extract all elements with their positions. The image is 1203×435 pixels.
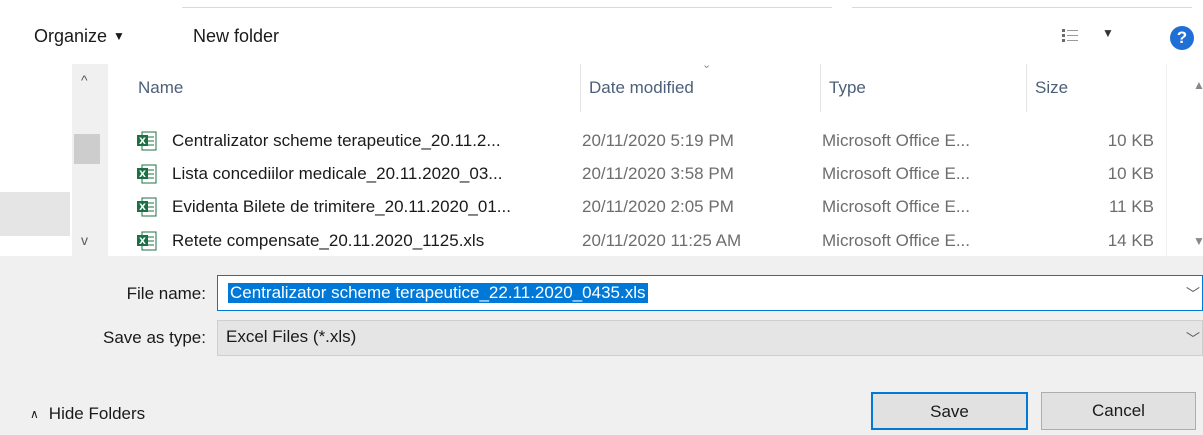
file-date: 20/11/2020 11:25 AM xyxy=(582,231,742,250)
excel-file-icon: X xyxy=(137,231,157,251)
nav-selected-item[interactable] xyxy=(0,192,70,236)
scroll-down-icon[interactable]: v xyxy=(81,232,88,248)
save-as-type-value: Excel Files (*.xls) xyxy=(226,327,357,346)
column-date-modified[interactable]: Date modified xyxy=(580,64,820,112)
file-name-input[interactable]: Centralizator scheme terapeutice_22.11.2… xyxy=(217,275,1203,311)
scroll-up-icon[interactable]: ▲ xyxy=(1193,78,1203,92)
help-button[interactable]: ? xyxy=(1170,26,1194,50)
column-type[interactable]: Type xyxy=(820,64,1026,112)
file-name: Centralizator scheme terapeutice_20.11.2… xyxy=(172,131,501,150)
save-button[interactable]: Save xyxy=(871,392,1028,430)
save-as-type-label: Save as type: xyxy=(102,328,206,347)
organize-button[interactable]: Organize ▼ xyxy=(34,26,125,47)
file-date: 20/11/2020 2:05 PM xyxy=(582,197,734,216)
file-row[interactable]: X Retete compensate_20.11.2020_1125.xls … xyxy=(108,226,1166,256)
file-name-value[interactable]: Centralizator scheme terapeutice_22.11.2… xyxy=(228,283,648,303)
file-size: 11 KB xyxy=(1108,197,1154,216)
file-size: 14 KB xyxy=(1107,231,1154,250)
svg-text:X: X xyxy=(139,137,146,147)
scroll-up-icon[interactable]: ^ xyxy=(81,72,88,88)
file-date: 20/11/2020 3:58 PM xyxy=(582,164,734,183)
file-row[interactable]: X Evidenta Bilete de trimitere_20.11.202… xyxy=(108,192,1166,222)
svg-text:X: X xyxy=(139,203,146,213)
file-size: 10 KB xyxy=(1107,164,1154,183)
column-name[interactable]: Name xyxy=(130,64,574,112)
file-type: Microsoft Office E... xyxy=(822,197,971,216)
search-box[interactable] xyxy=(852,0,1192,8)
chevron-down-icon: ▼ xyxy=(113,29,125,43)
nav-scroll-thumb[interactable] xyxy=(74,134,100,164)
chevron-down-icon[interactable]: ﹀ xyxy=(1186,284,1200,304)
excel-file-icon: X xyxy=(137,131,157,151)
svg-text:X: X xyxy=(139,237,146,247)
file-type: Microsoft Office E... xyxy=(822,131,971,150)
file-row[interactable]: X Centralizator scheme terapeutice_20.11… xyxy=(108,126,1166,156)
file-row[interactable]: X Lista concediilor medicale_20.11.2020_… xyxy=(108,159,1166,189)
details-view-icon xyxy=(1062,29,1078,42)
excel-file-icon: X xyxy=(137,197,157,217)
organize-label: Organize xyxy=(34,26,108,46)
new-folder-button[interactable]: New folder xyxy=(193,26,279,47)
file-type: Microsoft Office E... xyxy=(822,164,971,183)
address-bar[interactable] xyxy=(182,0,832,8)
chevron-down-icon: ▼ xyxy=(1102,26,1114,40)
chevron-up-icon: ∧ xyxy=(30,407,39,421)
chevron-down-icon[interactable]: ﹀ xyxy=(1186,329,1200,349)
file-list-scrollbar[interactable]: ▲ ▼ xyxy=(1166,64,1203,256)
nav-scrollbar[interactable]: ^ v xyxy=(72,64,108,256)
file-date: 20/11/2020 5:19 PM xyxy=(582,131,734,150)
scroll-down-icon[interactable]: ▼ xyxy=(1193,234,1203,248)
file-name-label: File name: xyxy=(126,284,206,303)
save-form: File name: Centralizator scheme terapeut… xyxy=(0,256,1203,435)
change-view-button[interactable]: ▼ xyxy=(1062,26,1122,48)
save-as-type-select[interactable]: Excel Files (*.xls) ﹀ xyxy=(217,320,1203,356)
column-header: Name Date modified Type Size ⌄ xyxy=(108,59,1203,112)
file-list[interactable]: Name Date modified Type Size ⌄ X Central… xyxy=(108,59,1203,256)
file-name: Evidenta Bilete de trimitere_20.11.2020_… xyxy=(172,197,511,216)
sort-descending-icon: ⌄ xyxy=(702,59,712,71)
address-bar-remnant xyxy=(0,0,1203,10)
toolbar: Organize ▼ New folder ▼ ? xyxy=(0,12,1203,64)
file-name: Lista concediilor medicale_20.11.2020_03… xyxy=(172,164,503,183)
hide-folders-button[interactable]: ∧ Hide Folders xyxy=(30,404,145,424)
cancel-button[interactable]: Cancel xyxy=(1041,392,1196,430)
file-name: Retete compensate_20.11.2020_1125.xls xyxy=(172,231,485,250)
column-size[interactable]: Size xyxy=(1026,64,1166,112)
file-type: Microsoft Office E... xyxy=(822,231,971,250)
navigation-pane[interactable]: ^ v xyxy=(0,64,108,256)
hide-folders-label: Hide Folders xyxy=(48,404,146,423)
svg-text:X: X xyxy=(139,170,146,180)
file-size: 10 KB xyxy=(1107,131,1154,150)
excel-file-icon: X xyxy=(137,164,157,184)
